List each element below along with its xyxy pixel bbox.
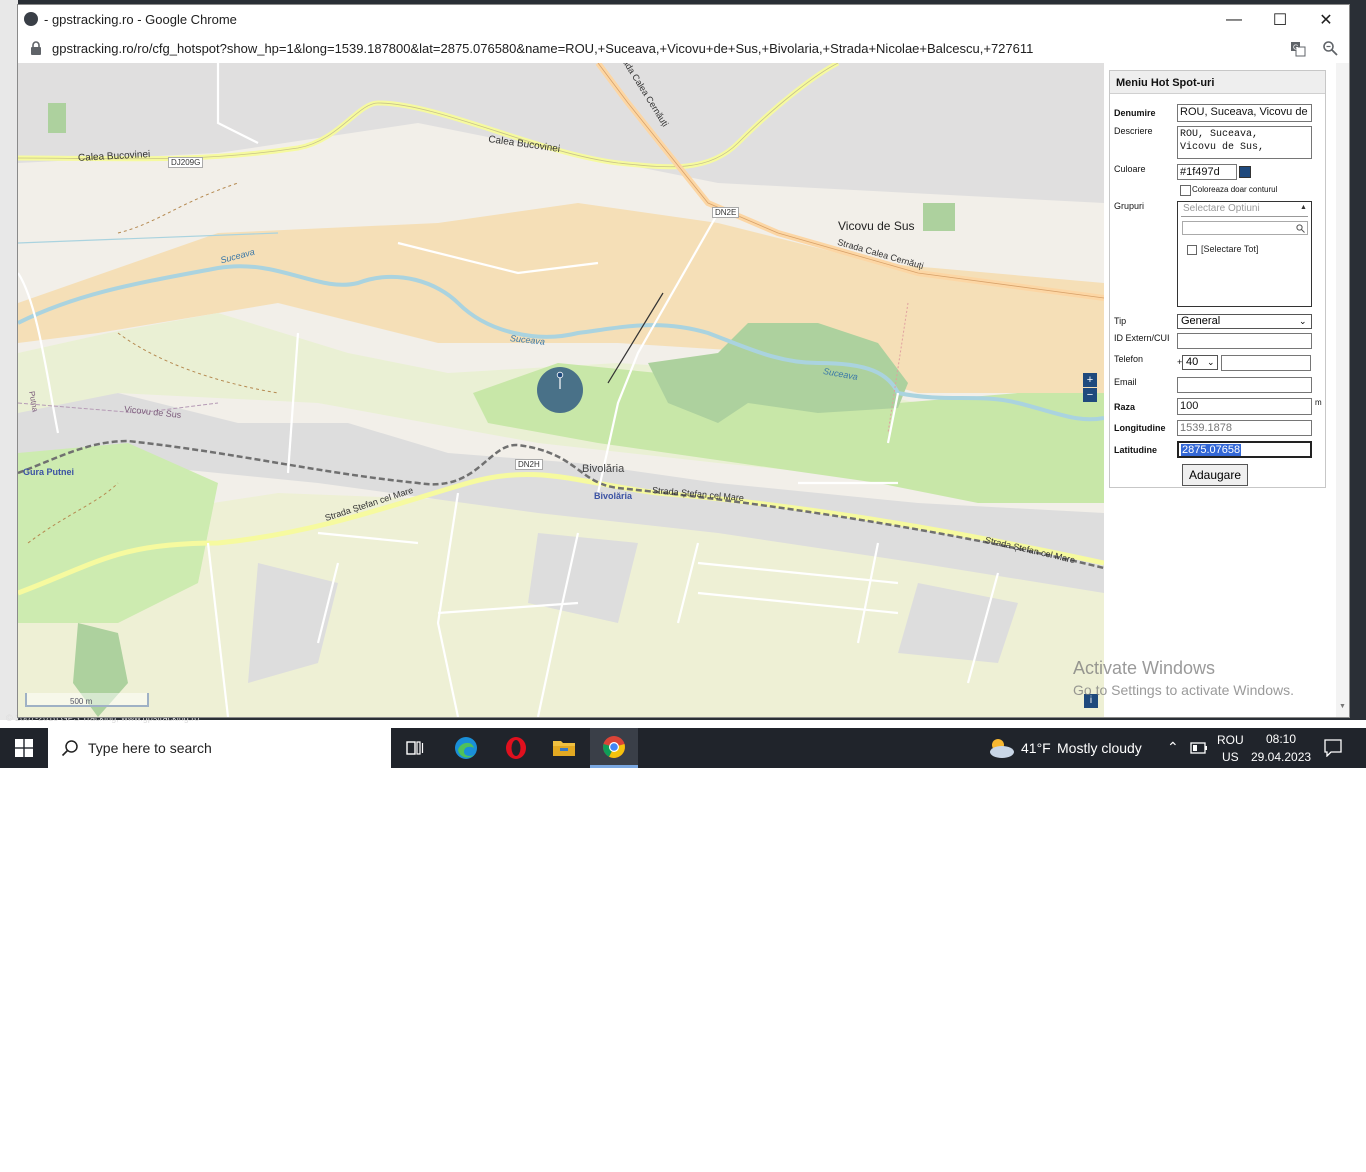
notification-icon[interactable] [1324, 739, 1342, 757]
road-label: DN2H [515, 459, 543, 470]
window-title: - gpstracking.ro - Google Chrome [44, 12, 237, 27]
tip-select[interactable]: General ⌄ [1177, 314, 1312, 329]
dropdown-divider [1181, 216, 1308, 217]
station-label: Bivolăria [594, 491, 633, 501]
chevron-down-icon: ⌄ [1299, 316, 1307, 326]
color-swatch[interactable] [1239, 166, 1251, 178]
chrome-icon [603, 735, 625, 758]
activate-windows-subtitle: Go to Settings to activate Windows. [1073, 682, 1294, 698]
edge-icon [455, 737, 477, 759]
chevron-down-icon: ⌄ [1207, 357, 1215, 367]
folder-icon [553, 741, 575, 756]
minimize-button[interactable]: — [1211, 5, 1257, 35]
descriere-label: Descriere [1114, 126, 1153, 136]
longitudine-label: Longitudine [1114, 423, 1166, 433]
edge-button[interactable] [442, 728, 490, 768]
latitudine-selected-text: 2875.07658 [1181, 444, 1242, 456]
tip-label: Tip [1114, 316, 1127, 326]
road-label: DN2E [712, 207, 740, 218]
task-view-icon [406, 741, 424, 755]
denumire-input[interactable]: ROU, Suceava, Vicovu de Sus [1177, 104, 1312, 122]
telefon-input[interactable] [1221, 355, 1311, 371]
telefon-code-value: 40 [1186, 356, 1199, 368]
contur-label: Coloreaza doar conturul [1192, 185, 1278, 194]
start-button[interactable] [0, 728, 48, 768]
panel-title: Meniu Hot Spot-uri [1116, 77, 1215, 89]
longitudine-input[interactable]: 1539.1878 [1177, 420, 1312, 436]
page-content: Calea Bucovinei DJ209G Calea Bucovinei S… [18, 63, 1349, 717]
site-favicon-icon [24, 12, 38, 26]
hotspot-menu-panel: Meniu Hot Spot-uri Denumire ROU, Suceava… [1109, 70, 1326, 488]
contur-checkbox[interactable] [1180, 185, 1191, 196]
search-placeholder: Type here to search [88, 740, 212, 756]
language-top[interactable]: ROU [1217, 733, 1244, 747]
maximize-button[interactable]: ☐ [1257, 5, 1303, 35]
translate-icon[interactable]: G [1290, 41, 1306, 57]
weather-description[interactable]: Mostly cloudy [1057, 740, 1142, 756]
background-window-edge [0, 0, 18, 720]
task-view-button[interactable] [392, 728, 440, 768]
chevron-up-icon[interactable]: ⌃ [1167, 739, 1179, 756]
language-bottom[interactable]: US [1222, 750, 1239, 764]
telefon-label: Telefon [1114, 354, 1144, 364]
grupuri-search-input[interactable] [1182, 221, 1308, 235]
grupuri-placeholder: Selectare Optiuni [1183, 203, 1260, 214]
select-all-checkbox[interactable] [1187, 245, 1197, 255]
culoare-label: Culoare [1114, 164, 1146, 174]
address-bar[interactable]: gpstracking.ro/ro/cfg_hotspot?show_hp=1&… [18, 35, 1349, 64]
add-button[interactable]: Adaugare [1182, 464, 1248, 486]
scroll-down-icon[interactable]: ▼ [1339, 703, 1346, 710]
taskbar: Type here to search 41°F Mostly cloudy ⌃… [0, 728, 1366, 768]
weather-temperature[interactable]: 41°F [1021, 740, 1051, 756]
taskbar-search-box[interactable]: Type here to search [48, 728, 391, 768]
file-explorer-button[interactable] [540, 728, 588, 768]
clock-time[interactable]: 08:10 [1266, 732, 1296, 746]
search-icon [1296, 224, 1305, 233]
zoom-in-button[interactable]: + [1083, 373, 1097, 387]
email-label: Email [1114, 377, 1137, 387]
denumire-label: Denumire [1114, 108, 1156, 118]
page-scrollbar[interactable]: ▼ [1336, 63, 1349, 717]
panel-header: Meniu Hot Spot-uri [1110, 71, 1325, 94]
activate-windows-title: Activate Windows [1073, 658, 1216, 678]
descriere-textarea[interactable]: ROU, Suceava, Vicovu de Sus, [1177, 126, 1312, 159]
title-bar[interactable]: - gpstracking.ro - Google Chrome — ☐ ✕ [18, 5, 1349, 35]
raza-label: Raza [1114, 402, 1136, 412]
email-input[interactable] [1177, 377, 1312, 393]
station-label: Gura Putnei [23, 467, 75, 477]
chrome-button[interactable] [590, 728, 638, 768]
svg-text:G: G [1293, 45, 1298, 52]
raza-unit: m [1315, 398, 1322, 407]
grupuri-label: Grupuri [1114, 201, 1145, 211]
tip-select-value: General [1181, 315, 1221, 327]
opera-button[interactable] [492, 728, 540, 768]
map-view[interactable]: Calea Bucovinei DJ209G Calea Bucovinei S… [18, 63, 1104, 717]
zoom-icon[interactable] [1322, 40, 1338, 56]
idextern-input[interactable] [1177, 333, 1312, 349]
zoom-out-button[interactable]: − [1083, 388, 1097, 402]
lock-icon[interactable] [30, 41, 42, 55]
raza-input[interactable]: 100 [1177, 398, 1312, 415]
scale-label: 500 m [70, 697, 93, 706]
town-label: Vicovu de Sus [838, 219, 915, 233]
culoare-input[interactable]: #1f497d [1177, 164, 1237, 180]
chrome-popup-window: - gpstracking.ro - Google Chrome — ☐ ✕ g… [17, 4, 1350, 718]
idextern-label: ID Extern/CUI [1114, 333, 1170, 343]
clock-date[interactable]: 29.04.2023 [1251, 750, 1311, 764]
road-label: DJ209G [168, 157, 204, 168]
opera-icon [506, 737, 526, 759]
grupuri-dropdown[interactable]: Selectare Optiuni ▲ [Selectare Tot] [1177, 201, 1312, 307]
weather-cloudy-icon[interactable] [986, 736, 1016, 760]
url-text[interactable]: gpstracking.ro/ro/cfg_hotspot?show_hp=1&… [52, 41, 1033, 56]
close-button[interactable]: ✕ [1303, 5, 1349, 35]
latitudine-input[interactable]: 2875.07658 [1177, 441, 1312, 458]
select-all-label: [Selectare Tot] [1201, 244, 1259, 254]
chevron-up-icon: ▲ [1300, 204, 1307, 211]
search-icon [61, 740, 78, 757]
telefon-code-select[interactable]: 40 ⌄ [1182, 355, 1218, 370]
latitudine-label: Latitudine [1114, 445, 1157, 455]
town-label: Bivolăria [582, 463, 625, 475]
battery-icon[interactable] [1190, 742, 1208, 754]
windows-logo-icon [15, 739, 33, 757]
